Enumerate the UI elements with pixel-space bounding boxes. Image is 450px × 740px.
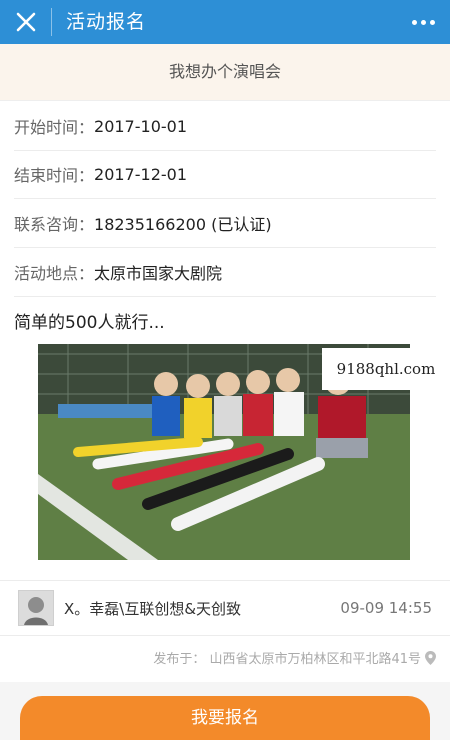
header-divider xyxy=(51,8,52,36)
close-button[interactable] xyxy=(6,2,46,42)
contact-value[interactable]: 18235166200 (已认证) xyxy=(94,211,272,235)
publish-location-text: 发布于： 山西省太原市万柏林区和平北路41号 xyxy=(153,652,421,667)
page-title: 活动报名 xyxy=(66,11,147,33)
signup-button[interactable]: 我要报名 xyxy=(20,696,430,740)
more-dot-icon xyxy=(420,19,426,25)
location-pin-icon xyxy=(425,650,436,665)
avatar-image-icon xyxy=(19,591,53,625)
contact-row[interactable]: 联系咨询： 18235166200 (已认证) xyxy=(14,199,436,248)
avatar[interactable] xyxy=(18,590,54,626)
more-dot-icon xyxy=(429,19,435,25)
event-name: 我想办个演唱会 xyxy=(0,44,450,101)
more-options-button[interactable] xyxy=(406,7,440,37)
event-description: 简单的500人就行... xyxy=(14,313,165,333)
publisher-row: X。幸磊\互联创想&天创致 09-09 14:55 xyxy=(0,580,450,636)
publish-location: 发布于： 山西省太原市万柏林区和平北路41号 xyxy=(153,648,436,667)
close-icon xyxy=(16,12,36,32)
post-time: 09-09 14:55 xyxy=(340,599,432,617)
contact-label: 联系咨询： xyxy=(14,215,95,234)
more-dot-icon xyxy=(411,19,417,25)
start-time-row: 开始时间： 2017-10-01 xyxy=(14,102,436,151)
image-watermark: 9188qhl.com xyxy=(322,348,450,390)
publisher-name[interactable]: X。幸磊\互联创想&天创致 xyxy=(64,598,340,619)
location-label: 活动地点： xyxy=(14,264,95,283)
end-time-value: 2017-12-01 xyxy=(94,164,187,184)
location-value: 太原市国家大剧院 xyxy=(94,264,223,283)
end-time-row: 结束时间： 2017-12-01 xyxy=(14,150,436,199)
location-row: 活动地点： 太原市国家大剧院 xyxy=(14,248,436,297)
end-time-label: 结束时间： xyxy=(14,166,95,185)
top-bar: 活动报名 xyxy=(0,0,450,44)
start-time-label: 开始时间： xyxy=(14,118,95,137)
start-time-value: 2017-10-01 xyxy=(94,116,187,136)
